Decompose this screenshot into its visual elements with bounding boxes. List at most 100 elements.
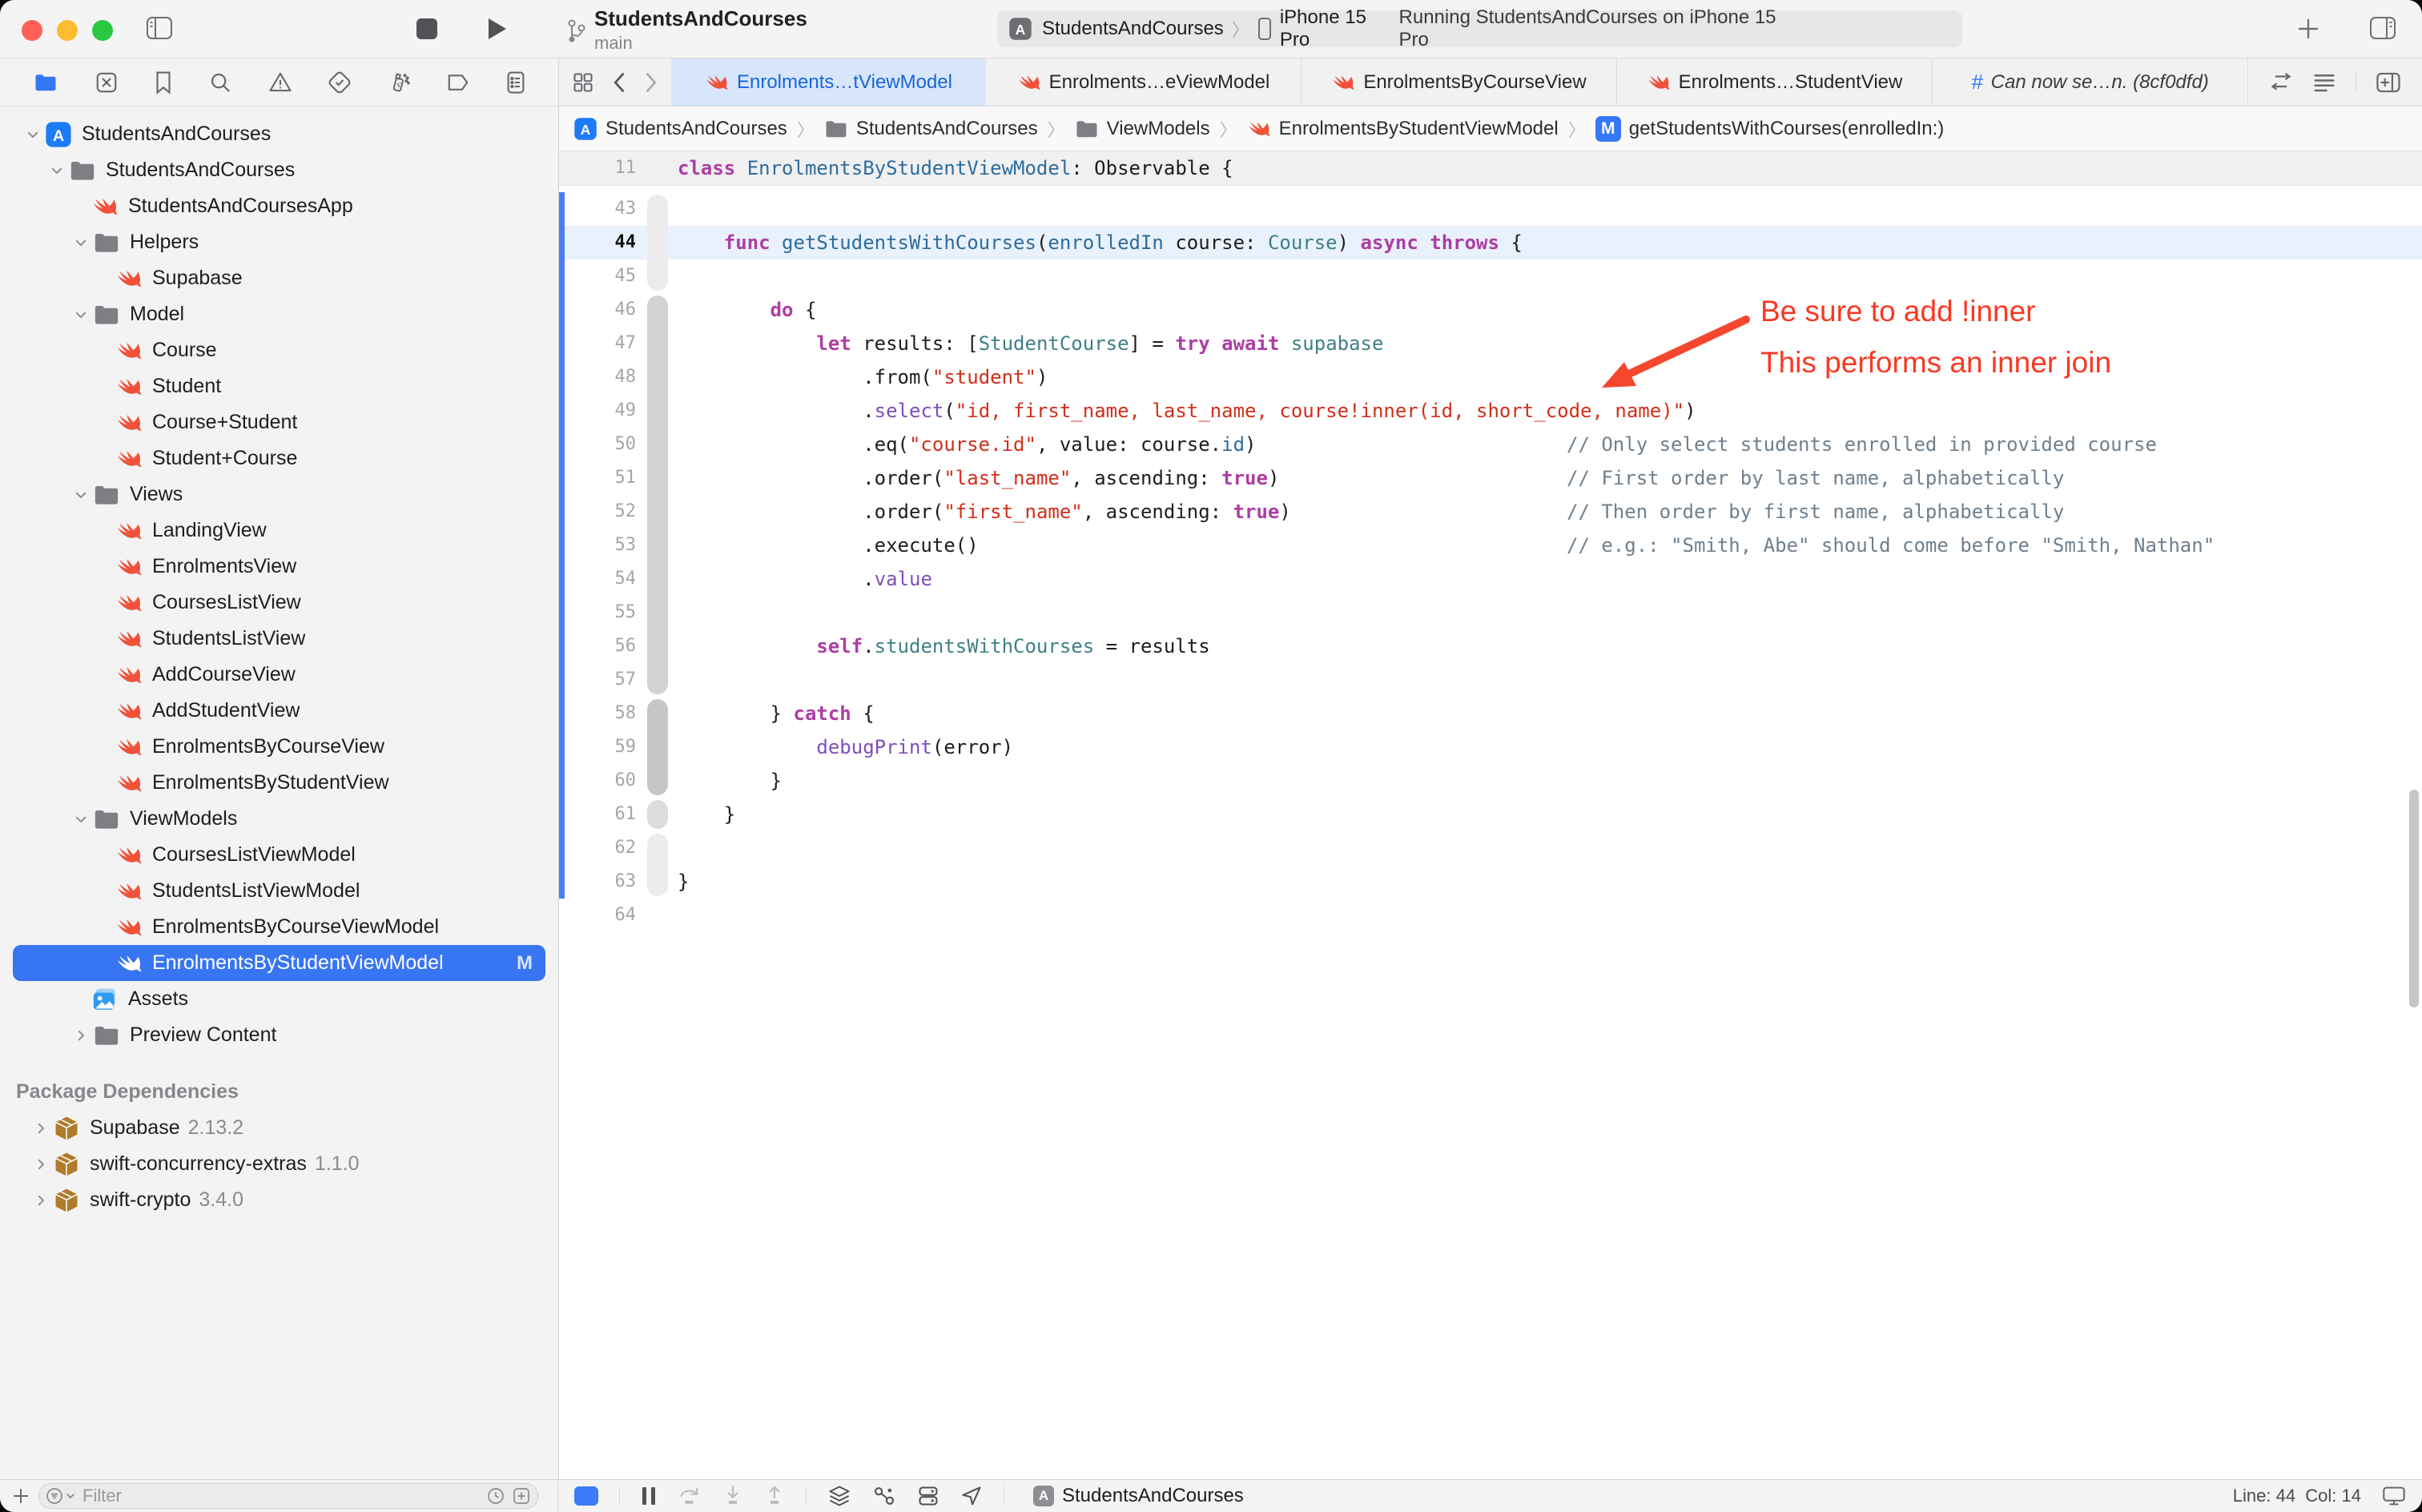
sidebar-item-viewmodels[interactable]: ViewModels [13,801,545,837]
sidebar-item-enrolmentsbycourseviewmodel[interactable]: EnrolmentsByCourseViewModel [13,909,545,945]
sidebar-item-views[interactable]: Views [13,477,545,513]
debug-navigator-icon[interactable] [387,70,411,94]
pause-execution-icon[interactable] [641,1486,657,1506]
filter-field[interactable]: Filter [38,1483,538,1509]
code-line-59[interactable]: 59 debugPrint(error) [559,730,2422,764]
toggle-debug-area-button[interactable] [574,1486,598,1506]
disclosure-chevron-icon[interactable] [69,308,93,322]
project-navigator-icon[interactable] [32,70,59,94]
view-hierarchy-icon[interactable] [827,1485,851,1507]
code-line-52[interactable]: 52 .order("first_name", ascending: true)… [559,495,2422,529]
sidebar-item-courseslistviewmodel[interactable]: CoursesListViewModel [13,837,545,873]
add-file-plus-icon[interactable] [11,1486,30,1506]
debug-memory-icon[interactable] [917,1485,939,1507]
disclosure-chevron-icon[interactable] [29,1121,53,1136]
jumpbar-item-getstudentswithcourses-enrolledin-[interactable]: MgetStudentsWithCourses(enrolledIn:) [1595,116,1945,142]
running-app-indicator[interactable]: A StudentsAndCourses [1033,1485,1244,1507]
split-editor-icon[interactable] [2376,71,2401,94]
package-item-supabase[interactable]: Supabase2.13.2 [13,1110,545,1146]
code-line-53[interactable]: 53 .execute()// e.g.: "Smith, Abe" shoul… [559,529,2422,562]
run-button[interactable] [487,17,508,41]
code-fold-ribbon[interactable] [647,800,668,829]
sidebar-item-course-student[interactable]: Course+Student [13,404,545,440]
code-line-60[interactable]: 60 } [559,764,2422,798]
code-line-48[interactable]: 48 .from("student") [559,360,2422,394]
code-fold-ribbon[interactable] [647,699,668,795]
jumpbar-item-enrolmentsbystudentviewmodel[interactable]: EnrolmentsByStudentViewModel [1247,117,1559,141]
filter-menu-icon[interactable] [46,1486,76,1506]
editor-scrollbar[interactable] [2409,790,2419,1007]
simulate-location-icon[interactable] [960,1485,983,1507]
tests-navigator-icon[interactable] [328,70,352,94]
forward-icon[interactable] [644,71,658,94]
code-line-54[interactable]: 54 .value [559,562,2422,596]
sidebar-item-assets[interactable]: Assets [13,981,545,1017]
jumpbar-item-studentsandcourses[interactable]: StudentsAndCourses [824,117,1038,141]
code-fold-ribbon[interactable] [647,195,668,291]
code-review-icon[interactable] [2269,72,2293,93]
tab-enrolments-tviewmodel[interactable]: Enrolments…tViewModel [671,58,986,106]
sidebar-item-course[interactable]: Course [13,332,545,368]
sidebar-item-model[interactable]: Model [13,296,545,332]
minimize-window-button[interactable] [57,20,78,41]
stop-button[interactable] [416,18,437,39]
code-line-47[interactable]: 47 let results: [StudentCourse] = try aw… [559,327,2422,360]
sidebar-item-student-course[interactable]: Student+Course [13,440,545,477]
package-item-swift-concurrency-extras[interactable]: swift-concurrency-extras1.1.0 [13,1146,545,1182]
jumpbar-item-studentsandcourses[interactable]: StudentsAndCourses [573,117,787,141]
sourcecontrol-filter-icon[interactable] [512,1486,531,1506]
toggle-right-sidebar-icon[interactable] [2369,16,2396,40]
code-line-44[interactable]: 44 func getStudentsWithCourses(enrolledI… [559,226,2422,259]
code-line-43[interactable]: 43 [559,192,2422,226]
sidebar-item-addstudentview[interactable]: AddStudentView [13,693,545,729]
code-line-50[interactable]: 50 .eq("course.id", value: course.id)// … [559,428,2422,461]
sidebar-item-studentsandcourses[interactable]: StudentsAndCourses [13,152,545,188]
close-window-button[interactable] [22,20,42,41]
code-line-56[interactable]: 56 self.studentsWithCourses = results [559,629,2422,663]
report-navigator-icon[interactable] [505,70,526,94]
editor-grid-icon[interactable] [572,71,594,94]
package-item-swift-crypto[interactable]: swift-crypto3.4.0 [13,1182,545,1218]
add-editor-plus-icon[interactable] [2297,18,2319,40]
breakpoint-navigator-icon[interactable] [446,72,470,93]
sidebar-item-landingview[interactable]: LandingView [13,513,545,549]
sidebar-item-addcourseview[interactable]: AddCourseView [13,657,545,693]
sidebar-item-studentslistview[interactable]: StudentsListView [13,621,545,657]
sidebar-item-enrolmentsbystudentview[interactable]: EnrolmentsByStudentView [13,765,545,801]
tab-enrolments-eviewmodel[interactable]: Enrolments…eViewModel [986,58,1301,106]
disclosure-chevron-icon[interactable] [21,127,45,142]
disclosure-chevron-icon[interactable] [69,235,93,250]
code-line-55[interactable]: 55 [559,596,2422,629]
sidebar-item-helpers[interactable]: Helpers [13,224,545,260]
toggle-left-sidebar-icon[interactable] [146,16,173,40]
disclosure-chevron-icon[interactable] [45,163,69,178]
code-line-63[interactable]: 63} [559,865,2422,899]
sidebar-item-enrolmentsbycourseview[interactable]: EnrolmentsByCourseView [13,729,545,765]
recent-files-clock-icon[interactable] [486,1486,505,1506]
code-line-64[interactable]: 64 [559,899,2422,932]
code-line-62[interactable]: 62 [559,831,2422,865]
search-navigator-icon[interactable] [208,70,232,94]
display-icon[interactable] [2382,1486,2406,1506]
scheme-selector[interactable]: A StudentsAndCourses 〉 iPhone 15 Pro Run… [997,10,1962,47]
bookmark-navigator-icon[interactable] [154,70,173,94]
sidebar-item-preview-content[interactable]: Preview Content [13,1017,545,1053]
sidebar-item-studentslistviewmodel[interactable]: StudentsListViewModel [13,873,545,909]
disclosure-chevron-icon[interactable] [69,1028,93,1043]
tab-can-now-se-n-8cf0dfd-[interactable]: #Can now se…n. (8cf0dfd) [1932,58,2247,106]
code-fold-ribbon[interactable] [647,296,668,694]
sidebar-item-enrolmentsbystudentviewmodel[interactable]: EnrolmentsByStudentViewModelM [13,945,545,981]
sidebar-item-student[interactable]: Student [13,368,545,404]
disclosure-chevron-icon[interactable] [29,1193,53,1208]
source-editor[interactable]: 11 class EnrolmentsByStudentViewModel: O… [559,151,2422,1479]
code-line-46[interactable]: 46 do { [559,293,2422,327]
code-line-61[interactable]: 61 } [559,798,2422,831]
jumpbar-item-viewmodels[interactable]: ViewModels [1075,117,1210,141]
sidebar-item-courseslistview[interactable]: CoursesListView [13,585,545,621]
code-line-57[interactable]: 57 [559,663,2422,697]
code-line-58[interactable]: 58 } catch { [559,697,2422,730]
sidebar-item-studentsandcourses[interactable]: StudentsAndCourses [13,116,545,152]
tab-enrolmentsbycourseview[interactable]: EnrolmentsByCourseView [1301,58,1616,106]
tab-enrolments-studentview[interactable]: Enrolments…StudentView [1616,58,1932,106]
code-fold-ribbon[interactable] [647,834,668,896]
